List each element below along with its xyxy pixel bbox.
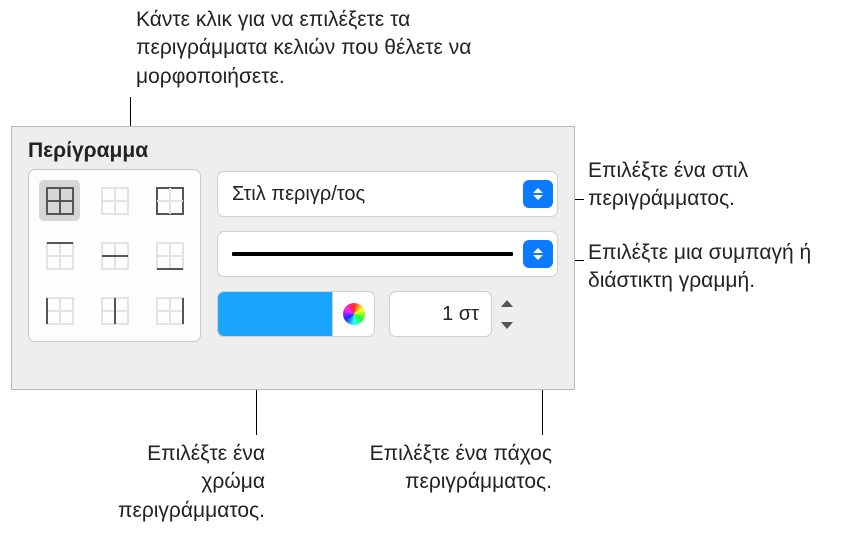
- border-none-icon: [101, 187, 129, 215]
- border-grid-picker: [28, 169, 201, 342]
- border-top-icon: [46, 242, 74, 270]
- border-option-outer[interactable]: [149, 180, 190, 221]
- border-style-label: Στιλ περιγρ/τος: [232, 183, 365, 206]
- color-swatch[interactable]: [218, 292, 332, 336]
- stepper-up[interactable]: [496, 293, 518, 313]
- border-style-popup[interactable]: Στιλ περιγρ/τος: [217, 171, 558, 217]
- stepper-down[interactable]: [496, 315, 518, 335]
- border-inner-h-icon: [101, 242, 129, 270]
- line-preview: [232, 252, 513, 256]
- border-bottom-icon: [156, 242, 184, 270]
- chevron-updown-icon: [523, 180, 553, 208]
- border-all-icon: [46, 187, 74, 215]
- border-option-none[interactable]: [94, 180, 135, 221]
- color-wheel-icon: [343, 303, 365, 325]
- border-option-all[interactable]: [39, 180, 80, 221]
- panel-title: Περίγραμμα: [28, 139, 558, 163]
- callout-top: Κάντε κλικ για να επιλέξετε τα περιγράμμ…: [136, 6, 516, 91]
- border-panel: Περίγραμμα: [11, 126, 575, 390]
- callout-color: Επιλέξτε ένα χρώμα περιγράμματος.: [80, 440, 265, 525]
- border-outer-icon: [156, 187, 184, 215]
- border-line-popup[interactable]: [217, 231, 558, 277]
- border-option-bottom[interactable]: [149, 235, 190, 276]
- border-controls: Στιλ περιγρ/τος: [217, 169, 558, 337]
- callout-line-type: Επιλέξτε μια συμπαγή ή διάστικτη γραμμή.: [588, 239, 848, 296]
- callout-style: Επιλέξτε ένα στιλ περιγράμματος.: [588, 157, 848, 214]
- border-option-right[interactable]: [149, 290, 190, 331]
- border-width-field[interactable]: 1 στ: [389, 291, 492, 337]
- color-wheel-button[interactable]: [332, 292, 374, 336]
- border-inner-v-icon: [101, 297, 129, 325]
- chevron-updown-icon: [523, 240, 553, 268]
- border-color-picker[interactable]: [217, 291, 375, 337]
- callout-width: Επιλέξτε ένα πάχος περιγράμματος.: [352, 440, 552, 497]
- border-right-icon: [156, 297, 184, 325]
- border-option-inner-v[interactable]: [94, 290, 135, 331]
- border-left-icon: [46, 297, 74, 325]
- border-width-value: 1 στ: [442, 303, 479, 326]
- border-option-inner-h[interactable]: [94, 235, 135, 276]
- border-width-stepper: 1 στ: [389, 291, 518, 337]
- border-option-left[interactable]: [39, 290, 80, 331]
- border-option-top[interactable]: [39, 235, 80, 276]
